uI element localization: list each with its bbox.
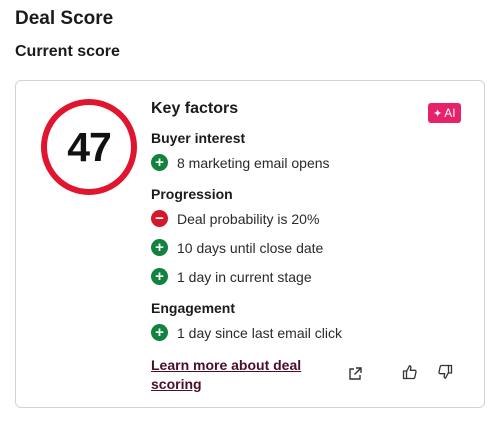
plus-icon: + (151, 268, 168, 285)
group-title-engagement: Engagement (151, 300, 236, 316)
section-subtitle: Current score (15, 43, 120, 60)
factor-text: Deal probability is 20% (177, 210, 320, 227)
group-title-buyer-interest: Buyer interest (151, 130, 246, 146)
key-factors: Key factors Buyer interest + 8 marketing… (151, 97, 471, 347)
learn-more-link[interactable]: Learn more about deal scoring (151, 356, 326, 394)
plus-icon: + (151, 324, 168, 341)
factor-item: + 1 day since last email click (151, 318, 471, 347)
key-factors-title: Key factors (151, 100, 239, 117)
page-title: Deal Score (15, 8, 114, 29)
group-title-progression: Progression (151, 186, 233, 202)
minus-icon: − (151, 210, 168, 227)
plus-icon: + (151, 239, 168, 256)
plus-icon: + (151, 154, 168, 171)
factor-text: 8 marketing email opens (177, 154, 330, 171)
factor-item: + 10 days until close date (151, 233, 471, 262)
score-ring: 47 (41, 99, 137, 195)
factor-item: − Deal probability is 20% (151, 204, 471, 233)
factor-item: + 8 marketing email opens (151, 148, 471, 177)
thumbs-up-icon[interactable] (402, 364, 420, 382)
factor-text: 1 day in current stage (177, 268, 312, 285)
score-value: 47 (67, 123, 112, 170)
factor-text: 1 day since last email click (177, 324, 342, 341)
thumbs-down-icon[interactable] (437, 364, 455, 382)
factor-item: + 1 day in current stage (151, 262, 471, 291)
factor-text: 10 days until close date (177, 239, 324, 256)
deal-score-card: 47 ✦ AI Key factors Buyer interest + 8 m… (15, 80, 485, 408)
external-link-icon[interactable] (348, 367, 366, 385)
